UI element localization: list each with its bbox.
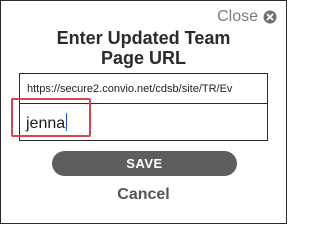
dialog-title-line2: Page URL bbox=[100, 48, 187, 68]
team-name-input[interactable]: jenna bbox=[19, 104, 268, 141]
save-button[interactable]: SAVE bbox=[52, 151, 237, 176]
dialog-title: Enter Updated Team Page URL bbox=[1, 28, 286, 68]
url-field[interactable]: https://secure2.convio.net/cdsb/site/TR/… bbox=[19, 73, 268, 104]
team-name-value: jenna bbox=[26, 113, 68, 132]
text-caret bbox=[66, 113, 68, 131]
close-label: Close bbox=[217, 8, 258, 25]
dialog-title-line1: Enter Updated Team bbox=[56, 28, 231, 48]
update-url-dialog: Close Enter Updated Team Page URL https:… bbox=[0, 0, 287, 224]
close-button[interactable]: Close bbox=[217, 8, 277, 26]
close-circle-icon bbox=[263, 10, 277, 24]
cancel-link[interactable]: Cancel bbox=[1, 185, 286, 205]
